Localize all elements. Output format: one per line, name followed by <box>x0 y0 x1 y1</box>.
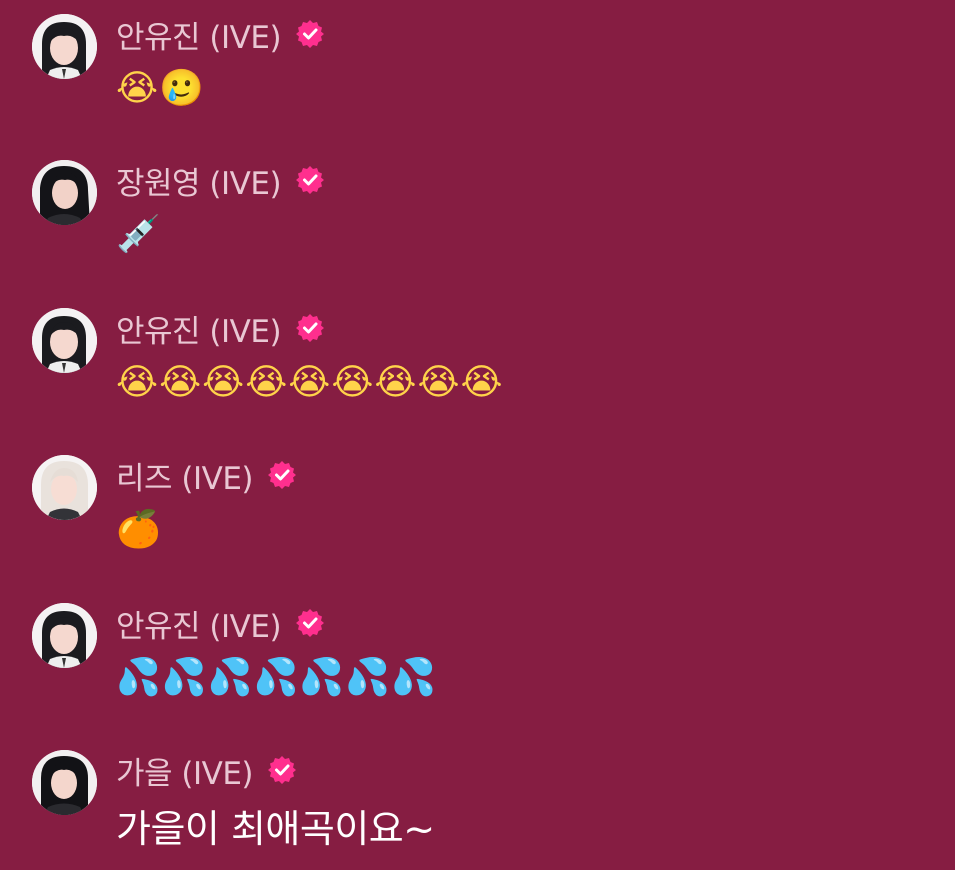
verified-badge-icon <box>296 166 325 194</box>
verified-badge-icon <box>268 756 297 784</box>
message-body: 🍊 <box>116 509 162 550</box>
chat-message: 안유진 (IVE) 💦💦💦💦💦💦💦 <box>32 603 932 723</box>
message-body: 😭🥲 <box>116 68 205 109</box>
chat-message: 안유진 (IVE) 😭🥲 <box>32 14 932 134</box>
chat-message: 장원영 (IVE) 💉 <box>32 160 932 280</box>
message-body: 가을이 최애곡이요~ <box>116 806 435 851</box>
avatar[interactable] <box>32 603 97 668</box>
chat-message: 가을 (IVE) 가을이 최애곡이요~ <box>32 750 932 870</box>
sender-name[interactable]: 장원영 (IVE) <box>116 158 282 203</box>
avatar[interactable] <box>32 455 97 520</box>
avatar[interactable] <box>32 160 97 225</box>
sender-name[interactable]: 안유진 (IVE) <box>116 306 282 351</box>
sender-name[interactable]: 리즈 (IVE) <box>116 453 254 498</box>
message-body: 😭😭😭😭😭😭😭😭😭 <box>116 362 504 403</box>
verified-badge-icon <box>296 314 325 342</box>
message-body: 💉 <box>116 214 162 255</box>
chat-message: 안유진 (IVE) 😭😭😭😭😭😭😭😭😭 <box>32 308 932 428</box>
sender-name[interactable]: 안유진 (IVE) <box>116 12 282 57</box>
avatar[interactable] <box>32 308 97 373</box>
avatar[interactable] <box>32 14 97 79</box>
verified-badge-icon <box>268 461 297 489</box>
verified-badge-icon <box>296 20 325 48</box>
avatar[interactable] <box>32 750 97 815</box>
verified-badge-icon <box>296 609 325 637</box>
chat-message: 리즈 (IVE) 🍊 <box>32 455 932 575</box>
message-body: 💦💦💦💦💦💦💦 <box>116 657 437 698</box>
sender-name[interactable]: 가을 (IVE) <box>116 748 254 793</box>
sender-name[interactable]: 안유진 (IVE) <box>116 601 282 646</box>
